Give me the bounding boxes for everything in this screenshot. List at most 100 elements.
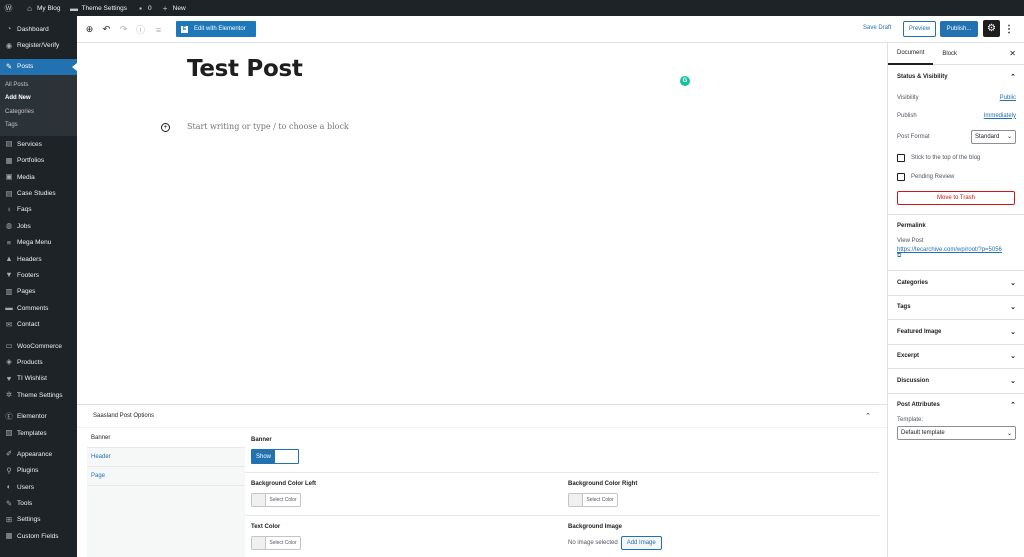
divider <box>245 515 879 516</box>
new-content-link[interactable]: + New <box>161 4 186 13</box>
tab-header[interactable]: Header <box>87 448 245 467</box>
save-draft-button[interactable]: Save Draft <box>863 25 891 31</box>
template-value: Default template <box>901 430 945 436</box>
metabox-header[interactable]: Saasland Post Options <box>77 405 887 428</box>
undo-button[interactable]: ↶ <box>101 24 112 35</box>
sidebar-item-settings[interactable]: ⊞ Settings <box>0 512 77 528</box>
tab-block[interactable]: Block <box>933 43 966 65</box>
template-select[interactable]: Default template ⌄ <box>897 426 1016 440</box>
close-icon[interactable]: ✕ <box>1009 49 1016 58</box>
tab-document[interactable]: Document <box>888 43 934 65</box>
banner-toggle[interactable]: Show <box>251 449 299 464</box>
stick-to-top-checkbox[interactable] <box>897 154 905 162</box>
sidebar-item-templates[interactable]: ▧ Templates <box>0 425 77 441</box>
users-icon: ◐ <box>6 482 12 492</box>
sidebar-item-footers[interactable]: ▼ Footers <box>0 267 77 283</box>
sidebar-item-elementor[interactable]: Ⓔ Elementor <box>0 408 77 424</box>
sidebar-item-jobs[interactable]: ◍ Jobs <box>0 218 77 234</box>
sidebar-item-products[interactable]: ◈ Products <box>0 354 77 370</box>
sidebar-item-ti-wishlist[interactable]: ♥ TI Wishlist <box>0 371 77 387</box>
bg-color-left-label: Background Color Left <box>251 481 317 487</box>
featured-image-header[interactable]: Featured Image ⌄ <box>888 320 1024 344</box>
chevron-up-icon[interactable]: ⌃ <box>865 412 871 420</box>
sidebar-item-label: Footers <box>17 271 40 279</box>
sidebar-item-label: Plugins <box>17 467 39 475</box>
sidebar-item-label: Users <box>17 483 34 491</box>
stick-to-top-row[interactable]: Stick to the top of the blog <box>888 149 1024 168</box>
submenu-add-new[interactable]: Add New <box>0 92 77 106</box>
categories-header[interactable]: Categories ⌄ <box>888 271 1024 295</box>
grammarly-icon[interactable]: G <box>680 76 690 86</box>
visibility-link[interactable]: Public <box>1000 95 1016 101</box>
info-button[interactable]: ⓘ <box>135 24 146 35</box>
sidebar-item-custom-fields[interactable]: ▦ Custom Fields <box>0 528 77 544</box>
publish-date-link[interactable]: Immediately <box>984 113 1016 119</box>
sidebar-item-contact[interactable]: ✉ Contact <box>0 316 77 332</box>
theme-settings-link[interactable]: ▬ Theme Settings <box>69 4 127 13</box>
bg-color-right-picker[interactable]: Select Color <box>568 493 618 507</box>
add-image-button[interactable]: Add Image <box>620 536 662 550</box>
preview-button[interactable]: Preview <box>903 21 936 37</box>
add-block-toolbar-button[interactable]: ⊕ <box>84 24 95 35</box>
sidebar-item-theme-settings[interactable]: ✲ Theme Settings <box>0 387 77 403</box>
post-format-select[interactable]: Standard ⌄ <box>971 129 1016 144</box>
outline-button[interactable]: ≡ <box>153 24 164 35</box>
redo-button[interactable]: ↷ <box>118 24 129 35</box>
sidebar-item-label: Services <box>17 140 42 148</box>
pending-review-row[interactable]: Pending Review <box>888 168 1024 187</box>
toggle-off-area <box>275 450 298 463</box>
text-color-picker[interactable]: Select Color <box>251 536 301 550</box>
more-options-button[interactable]: ⋮ <box>1004 21 1014 37</box>
sidebar-item-mega-menu[interactable]: ≡ Mega Menu <box>0 235 77 251</box>
sidebar-item-comments[interactable]: ▬ Comments <box>0 300 77 316</box>
tab-page[interactable]: Page <box>87 467 245 486</box>
comments-link[interactable]: ▪ 0 <box>136 4 152 13</box>
move-to-trash-button[interactable]: Move to Trash <box>897 190 1015 205</box>
status-visibility-header[interactable]: Status & Visibility ⌃ <box>888 65 1024 89</box>
sidebar-item-case-studies[interactable]: ▤ Case Studies <box>0 185 77 201</box>
submenu-tags[interactable]: Tags <box>0 119 77 133</box>
sidebar-item-dashboard[interactable]: ◔ Dashboard <box>0 21 77 37</box>
sidebar-item-pages[interactable]: ▥ Pages <box>0 284 77 300</box>
featured-image-panel: Featured Image ⌄ <box>888 320 1024 345</box>
sidebar-item-portfolios[interactable]: ▦ Portfolios <box>0 153 77 169</box>
sidebar-item-woocommerce[interactable]: ▭ WooCommerce <box>0 338 77 354</box>
chevron-down-icon: ⌄ <box>1010 279 1016 287</box>
inline-add-block-button[interactable]: + <box>161 123 170 132</box>
pending-review-checkbox[interactable] <box>897 173 905 181</box>
post-attributes-header[interactable]: Post Attributes ⌃ <box>888 394 1024 418</box>
chevron-down-icon: ⌄ <box>1010 377 1016 385</box>
sidebar-item-plugins[interactable]: ⚲ Plugins <box>0 463 77 479</box>
external-link-icon[interactable]: ⧉ <box>897 253 901 259</box>
settings-toggle-button[interactable]: ⚙ <box>983 20 1000 37</box>
permalink-header[interactable]: Permalink <box>888 215 1024 239</box>
sidebar-item-users[interactable]: ◐ Users <box>0 479 77 495</box>
edit-with-elementor-button[interactable]: E Edit with Elementor <box>176 21 256 37</box>
visibility-row: Visibility Public <box>888 89 1024 107</box>
block-placeholder[interactable]: Start writing or type / to choose a bloc… <box>187 122 349 131</box>
sidebar-item-appearance[interactable]: ✐ Appearance <box>0 446 77 462</box>
sidebar-item-label: Mega Menu <box>17 239 52 247</box>
tags-header[interactable]: Tags ⌄ <box>888 296 1024 320</box>
sidebar-item-faqs[interactable]: ♀ Faqs <box>0 202 77 218</box>
post-title[interactable]: Test Post <box>187 56 303 82</box>
sidebar-item-posts[interactable]: ✎ Posts <box>0 58 77 76</box>
discussion-header[interactable]: Discussion ⌄ <box>888 369 1024 393</box>
excerpt-header[interactable]: Excerpt ⌄ <box>888 345 1024 369</box>
sidebar-item-media[interactable]: ▣ Media <box>0 169 77 185</box>
bg-color-right-label: Background Color Right <box>568 481 638 487</box>
wordpress-logo[interactable]: Ⓦ <box>4 4 16 13</box>
categories-title: Categories <box>897 279 929 286</box>
site-name-link[interactable]: ⌂ My Blog <box>25 4 60 13</box>
sidebar-item-headers[interactable]: ▲ Headers <box>0 251 77 267</box>
submenu-all-posts[interactable]: All Posts <box>0 78 77 92</box>
publish-label: Publish <box>897 112 917 119</box>
sidebar-item-register-verify[interactable]: ◉ Register/Verify <box>0 37 77 53</box>
bg-color-left-picker[interactable]: Select Color <box>251 493 301 507</box>
publish-button[interactable]: Publish... <box>940 21 978 37</box>
tab-banner[interactable]: Banner <box>87 429 245 448</box>
sidebar-item-services[interactable]: ▤ Services <box>0 136 77 152</box>
sidebar-item-tools[interactable]: ✎ Tools <box>0 495 77 511</box>
submenu-categories[interactable]: Categories <box>0 105 77 119</box>
permalink-url[interactable]: https://tecarchive.com/wp/root/?p=5056 <box>897 247 1015 253</box>
